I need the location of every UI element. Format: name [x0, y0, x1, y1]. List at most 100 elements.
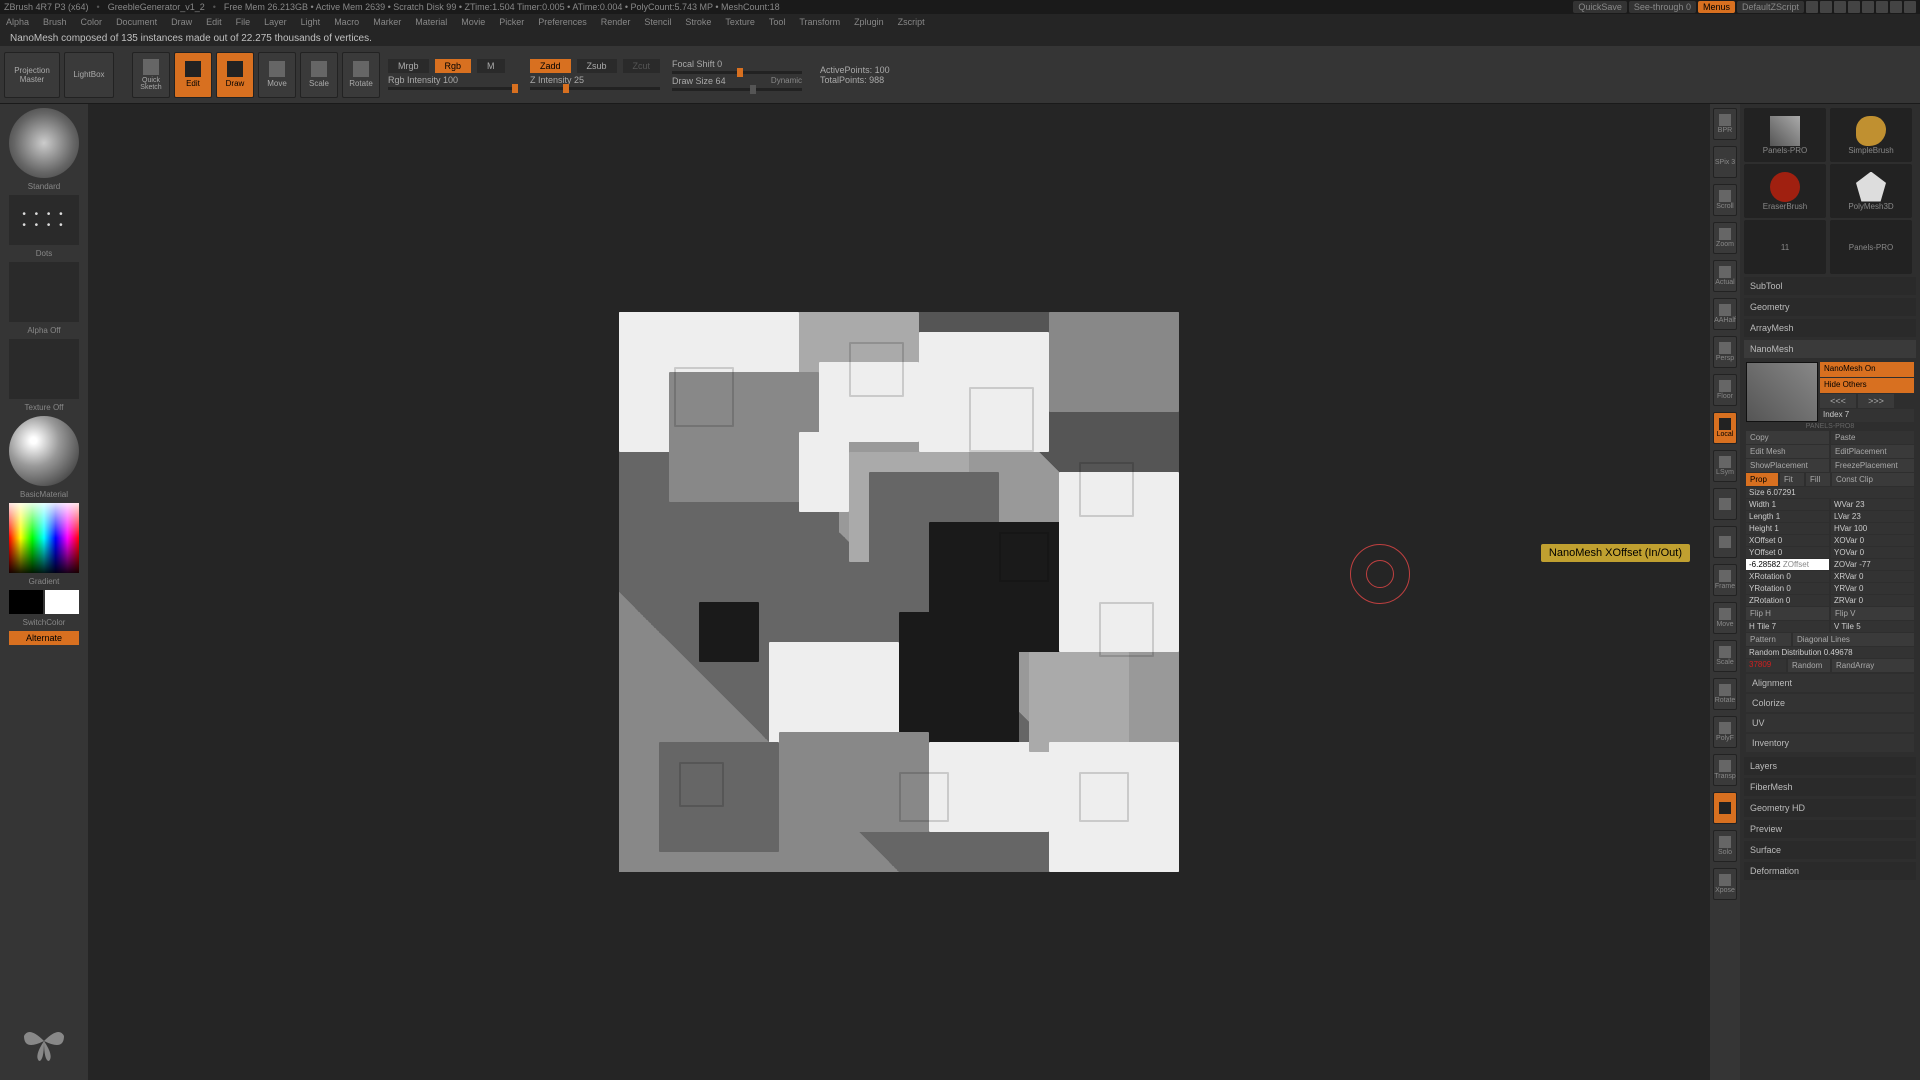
tool-thumb[interactable]: Panels-PRO: [1830, 220, 1912, 274]
menu-item[interactable]: Edit: [206, 17, 222, 27]
z-intensity-label[interactable]: Z Intensity 25: [530, 75, 584, 85]
menu-item[interactable]: Render: [601, 17, 631, 27]
focal-shift-label[interactable]: Focal Shift 0: [672, 59, 722, 69]
menu-item[interactable]: Document: [116, 17, 157, 27]
move-button[interactable]: Move: [258, 52, 296, 98]
rgb-intensity-label[interactable]: Rgb Intensity 100: [388, 75, 458, 85]
gradient-label[interactable]: Gradient: [29, 577, 60, 586]
fit-button[interactable]: Fit: [1780, 473, 1804, 486]
local-button[interactable]: Local: [1713, 412, 1737, 444]
section-preview[interactable]: Preview: [1744, 820, 1916, 838]
focal-shift-slider[interactable]: [672, 71, 802, 74]
section-arraymesh[interactable]: ArrayMesh: [1744, 319, 1916, 337]
texture-thumbnail[interactable]: [9, 339, 79, 399]
dynamic-label[interactable]: Dynamic: [771, 76, 802, 85]
color-picker[interactable]: [9, 503, 79, 573]
quicksave-button[interactable]: QuickSave: [1573, 1, 1627, 13]
menu-item[interactable]: Color: [81, 17, 103, 27]
tool-thumb[interactable]: 11: [1744, 220, 1826, 274]
spix-button[interactable]: SPix 3: [1713, 146, 1737, 178]
viewport[interactable]: NanoMesh XOffset (In/Out): [88, 104, 1710, 1080]
scale3d-button[interactable]: Scale: [1713, 640, 1737, 672]
constclip-button[interactable]: Const Clip: [1832, 473, 1914, 486]
seethrough-slider[interactable]: See-through 0: [1629, 1, 1696, 13]
randarray-button[interactable]: RandArray: [1832, 659, 1914, 672]
projection-master-button[interactable]: Projection Master: [4, 52, 60, 98]
prev-index-button[interactable]: <<<: [1820, 394, 1856, 408]
alignment-section[interactable]: Alignment: [1746, 674, 1914, 692]
htile-slider[interactable]: H Tile 7: [1746, 621, 1829, 632]
section-layers[interactable]: Layers: [1744, 757, 1916, 775]
inventory-section[interactable]: Inventory: [1746, 734, 1914, 752]
alternate-button[interactable]: Alternate: [9, 631, 79, 645]
win-icon[interactable]: [1834, 1, 1846, 13]
rotate-button[interactable]: Rotate: [342, 52, 380, 98]
secondary-color-swatch[interactable]: [9, 590, 43, 614]
random-button[interactable]: Random: [1788, 659, 1830, 672]
tool-thumb[interactable]: Panels-PRO: [1744, 108, 1826, 162]
vtile-slider[interactable]: V Tile 5: [1831, 621, 1914, 632]
blank-button[interactable]: [1713, 488, 1737, 520]
persp-button[interactable]: Persp: [1713, 336, 1737, 368]
xrotation-slider[interactable]: XRotation 0: [1746, 571, 1829, 582]
colorize-section[interactable]: Colorize: [1746, 694, 1914, 712]
menu-item[interactable]: Preferences: [538, 17, 587, 27]
tool-thumb[interactable]: SimpleBrush: [1830, 108, 1912, 162]
copy-button[interactable]: Copy: [1746, 431, 1829, 444]
zsub-button[interactable]: Zsub: [577, 59, 617, 73]
yovar-slider[interactable]: YOVar 0: [1831, 547, 1914, 558]
draw-size-label[interactable]: Draw Size 64: [672, 76, 726, 86]
switchcolor-button[interactable]: SwitchColor: [23, 618, 66, 627]
tool-thumb[interactable]: EraserBrush: [1744, 164, 1826, 218]
rgb-intensity-slider[interactable]: [388, 87, 518, 90]
aahalf-button[interactable]: AAHalf: [1713, 298, 1737, 330]
xrvar-slider[interactable]: XRVar 0: [1831, 571, 1914, 582]
menu-item[interactable]: Stencil: [644, 17, 671, 27]
prop-button[interactable]: Prop: [1746, 473, 1778, 486]
material-thumbnail[interactable]: [9, 416, 79, 486]
draw-size-slider[interactable]: [672, 88, 802, 91]
section-fibermesh[interactable]: FiberMesh: [1744, 778, 1916, 796]
maximize-icon[interactable]: [1890, 1, 1902, 13]
nanomesh-thumbnail[interactable]: [1746, 362, 1818, 422]
win-icon[interactable]: [1848, 1, 1860, 13]
paste-button[interactable]: Paste: [1831, 431, 1914, 444]
actual-button[interactable]: Actual: [1713, 260, 1737, 292]
height-slider[interactable]: Height 1: [1746, 523, 1829, 534]
transp-button[interactable]: Transp: [1713, 754, 1737, 786]
mrgb-button[interactable]: Mrgb: [388, 59, 429, 73]
lightbox-button[interactable]: LightBox: [64, 52, 114, 98]
frame-button[interactable]: Frame: [1713, 564, 1737, 596]
menus-button[interactable]: Menus: [1698, 1, 1735, 13]
primary-color-swatch[interactable]: [45, 590, 79, 614]
menu-item[interactable]: Brush: [43, 17, 67, 27]
section-subtool[interactable]: SubTool: [1744, 277, 1916, 295]
m-button[interactable]: M: [477, 59, 505, 73]
floor-button[interactable]: Floor: [1713, 374, 1737, 406]
freezeplacement-button[interactable]: FreezePlacement: [1831, 459, 1914, 472]
zrvar-slider[interactable]: ZRVar 0: [1831, 595, 1914, 606]
section-deformation[interactable]: Deformation: [1744, 862, 1916, 880]
polyf-button[interactable]: PolyF: [1713, 716, 1737, 748]
zscript-button[interactable]: DefaultZScript: [1737, 1, 1804, 13]
showplacement-button[interactable]: ShowPlacement: [1746, 459, 1829, 472]
yrvar-slider[interactable]: YRVar 0: [1831, 583, 1914, 594]
scale-button[interactable]: Scale: [300, 52, 338, 98]
tool-thumb[interactable]: PolyMesh3D: [1830, 164, 1912, 218]
menu-item[interactable]: Layer: [264, 17, 287, 27]
menu-item[interactable]: Draw: [171, 17, 192, 27]
lvar-slider[interactable]: LVar 23: [1831, 511, 1914, 522]
pattern-label[interactable]: Pattern: [1746, 633, 1791, 646]
menu-item[interactable]: Marker: [373, 17, 401, 27]
xpose-button[interactable]: Xpose: [1713, 868, 1737, 900]
xoffset-slider[interactable]: XOffset 0: [1746, 535, 1829, 546]
editplacement-button[interactable]: EditPlacement: [1831, 445, 1914, 458]
menu-item[interactable]: Zscript: [898, 17, 925, 27]
yoffset-slider[interactable]: YOffset 0: [1746, 547, 1829, 558]
index-slider[interactable]: Index 7: [1820, 409, 1914, 422]
z-intensity-slider[interactable]: [530, 87, 660, 90]
flipv-button[interactable]: Flip V: [1831, 607, 1914, 620]
win-icon[interactable]: [1806, 1, 1818, 13]
section-nanomesh[interactable]: NanoMesh: [1744, 340, 1916, 358]
stroke-thumbnail[interactable]: [9, 195, 79, 245]
